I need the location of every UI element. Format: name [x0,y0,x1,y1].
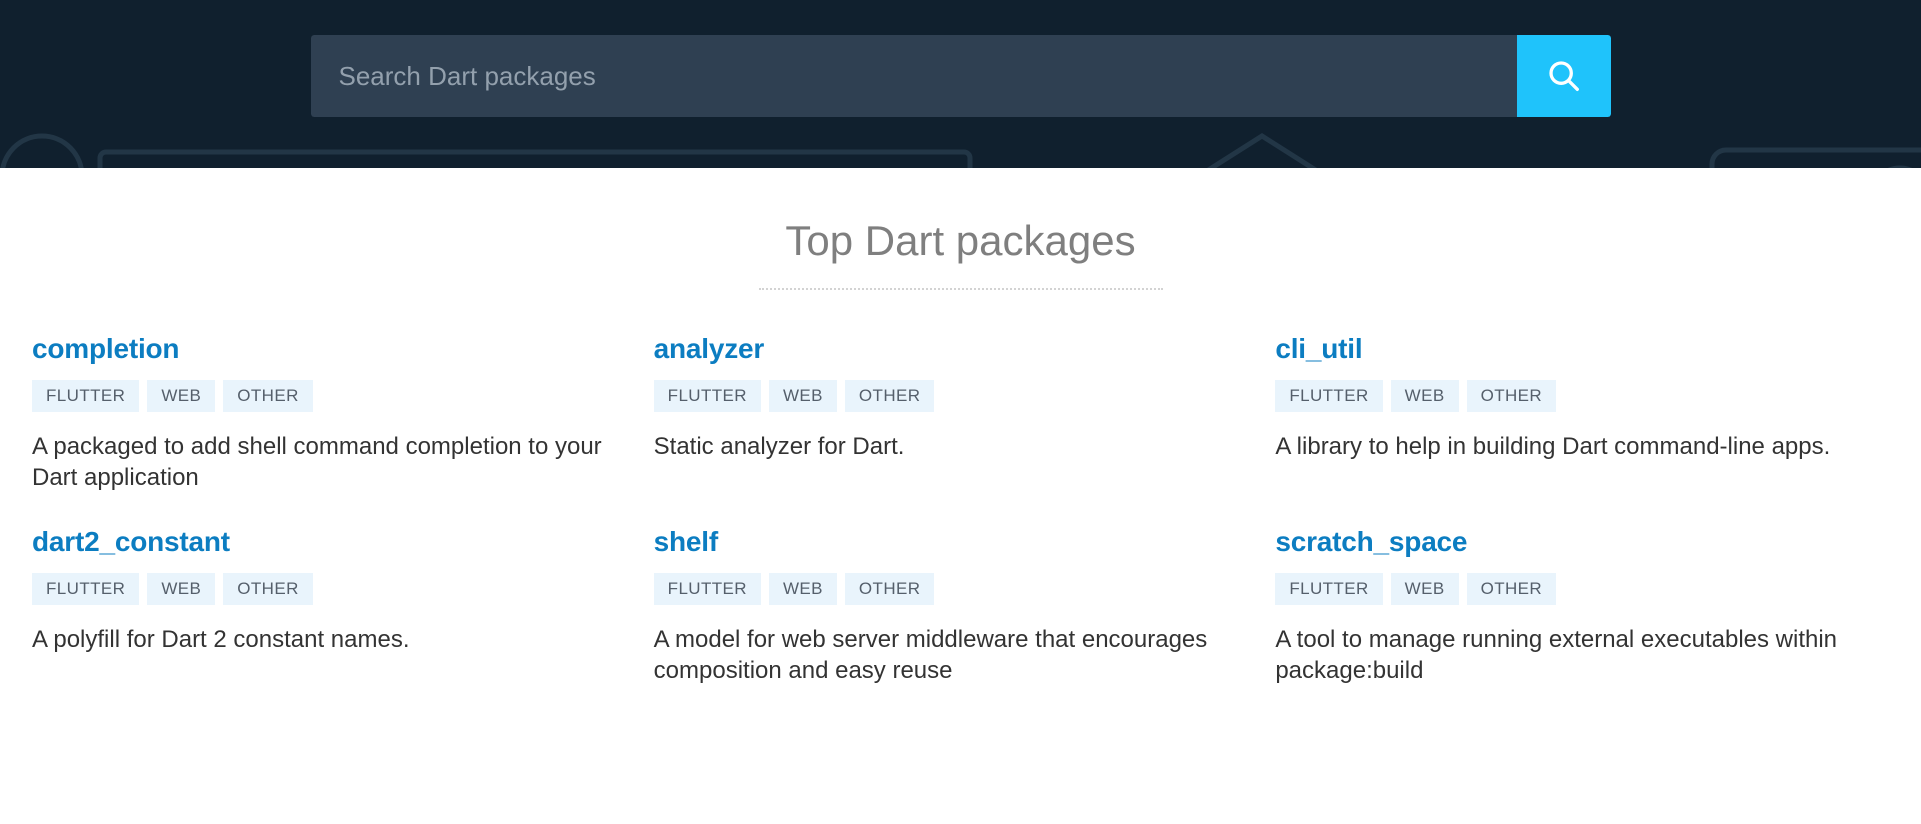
package-tag[interactable]: OTHER [1467,573,1557,605]
package-tag-list: FLUTTER WEB OTHER [654,573,1236,605]
search-row [0,0,1921,168]
package-tag[interactable]: OTHER [1467,380,1557,412]
search-form [311,35,1611,117]
package-tag[interactable]: FLUTTER [32,380,139,412]
package-list: completion FLUTTER WEB OTHER A packaged … [0,290,1921,718]
package-card: analyzer FLUTTER WEB OTHER Static analyz… [654,332,1276,525]
search-input[interactable] [311,35,1517,117]
package-tag-list: FLUTTER WEB OTHER [32,380,614,412]
package-tag[interactable]: FLUTTER [32,573,139,605]
package-tag[interactable]: FLUTTER [1275,380,1382,412]
package-tag-list: FLUTTER WEB OTHER [1275,573,1857,605]
package-card: shelf FLUTTER WEB OTHER A model for web … [654,525,1276,718]
package-description: A packaged to add shell command completi… [32,432,614,493]
site-header [0,0,1921,168]
package-name-link[interactable]: cli_util [1275,332,1362,366]
package-tag-list: FLUTTER WEB OTHER [654,380,1236,412]
package-card: scratch_space FLUTTER WEB OTHER A tool t… [1275,525,1897,718]
package-tag[interactable]: OTHER [223,380,313,412]
package-card: dart2_constant FLUTTER WEB OTHER A polyf… [32,525,654,718]
package-name-link[interactable]: shelf [654,525,718,559]
package-name-link[interactable]: analyzer [654,332,764,366]
package-tag[interactable]: WEB [1391,573,1459,605]
package-tag[interactable]: FLUTTER [1275,573,1382,605]
package-tag[interactable]: WEB [147,573,215,605]
package-tag[interactable]: FLUTTER [654,380,761,412]
package-description: Static analyzer for Dart. [654,432,1236,463]
package-tag[interactable]: WEB [769,573,837,605]
package-tag[interactable]: WEB [769,380,837,412]
package-name-link[interactable]: dart2_constant [32,525,230,559]
package-card: completion FLUTTER WEB OTHER A packaged … [32,332,654,525]
package-description: A polyfill for Dart 2 constant names. [32,625,614,656]
package-tag[interactable]: OTHER [223,573,313,605]
package-tag[interactable]: OTHER [845,380,935,412]
package-tag[interactable]: WEB [1391,380,1459,412]
package-description: A library to help in building Dart comma… [1275,432,1857,463]
package-name-link[interactable]: completion [32,332,179,366]
page-title: Top Dart packages [759,216,1163,290]
page-title-block: Top Dart packages [0,168,1921,290]
search-icon [1545,57,1583,95]
package-card: cli_util FLUTTER WEB OTHER A library to … [1275,332,1897,525]
search-submit-button[interactable] [1517,35,1611,117]
main-content: Top Dart packages completion FLUTTER WEB… [0,168,1921,718]
package-tag-list: FLUTTER WEB OTHER [1275,380,1857,412]
package-tag[interactable]: OTHER [845,573,935,605]
package-description: A tool to manage running external execut… [1275,625,1857,686]
package-tag-list: FLUTTER WEB OTHER [32,573,614,605]
package-tag[interactable]: WEB [147,380,215,412]
package-tag[interactable]: FLUTTER [654,573,761,605]
package-description: A model for web server middleware that e… [654,625,1236,686]
package-name-link[interactable]: scratch_space [1275,525,1467,559]
